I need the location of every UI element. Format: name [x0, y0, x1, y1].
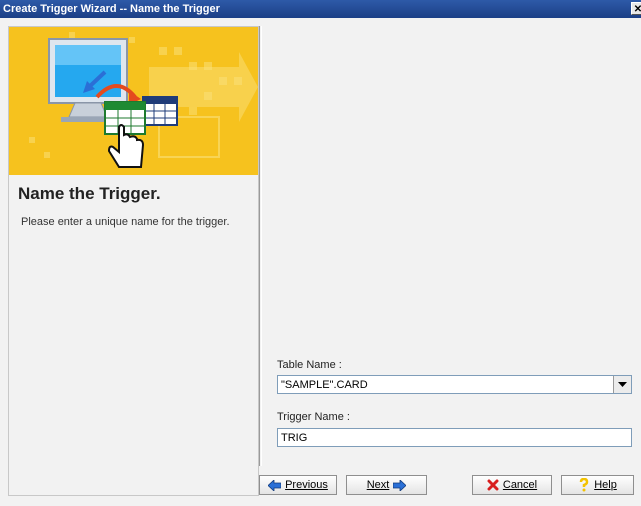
- table-name-dropdown[interactable]: "SAMPLE".CARD: [277, 375, 632, 394]
- help-button[interactable]: Help: [561, 475, 634, 495]
- title-bar: Create Trigger Wizard -- Name the Trigge…: [0, 0, 641, 18]
- red-x-icon: [487, 479, 499, 491]
- table-name-value: "SAMPLE".CARD: [281, 379, 368, 391]
- arrow-left-icon: [268, 479, 282, 491]
- cancel-button[interactable]: Cancel: [472, 475, 552, 495]
- chevron-down-icon[interactable]: [613, 376, 631, 393]
- trigger-name-field[interactable]: [277, 428, 632, 447]
- wizard-side-panel: Name the Trigger. Please enter a unique …: [8, 26, 259, 496]
- next-button[interactable]: Next: [346, 475, 427, 495]
- arrow-right-icon: [393, 479, 407, 491]
- question-mark-icon: [579, 478, 589, 492]
- previous-label: Previous: [285, 479, 328, 491]
- trigger-wizard-illustration: [9, 27, 258, 175]
- wizard-banner-image: [9, 27, 258, 175]
- panel-divider: [259, 26, 262, 466]
- step-description: Please enter a unique name for the trigg…: [21, 216, 230, 228]
- table-name-label: Table Name :: [277, 359, 342, 371]
- cancel-label: Cancel: [502, 479, 538, 491]
- next-label: Next: [366, 479, 390, 491]
- close-icon[interactable]: ✕: [631, 2, 641, 15]
- previous-button[interactable]: Previous: [259, 475, 337, 495]
- help-label: Help: [594, 479, 617, 491]
- step-title: Name the Trigger.: [18, 184, 161, 203]
- window-title: Create Trigger Wizard -- Name the Trigge…: [3, 3, 220, 15]
- trigger-name-label: Trigger Name :: [277, 411, 350, 423]
